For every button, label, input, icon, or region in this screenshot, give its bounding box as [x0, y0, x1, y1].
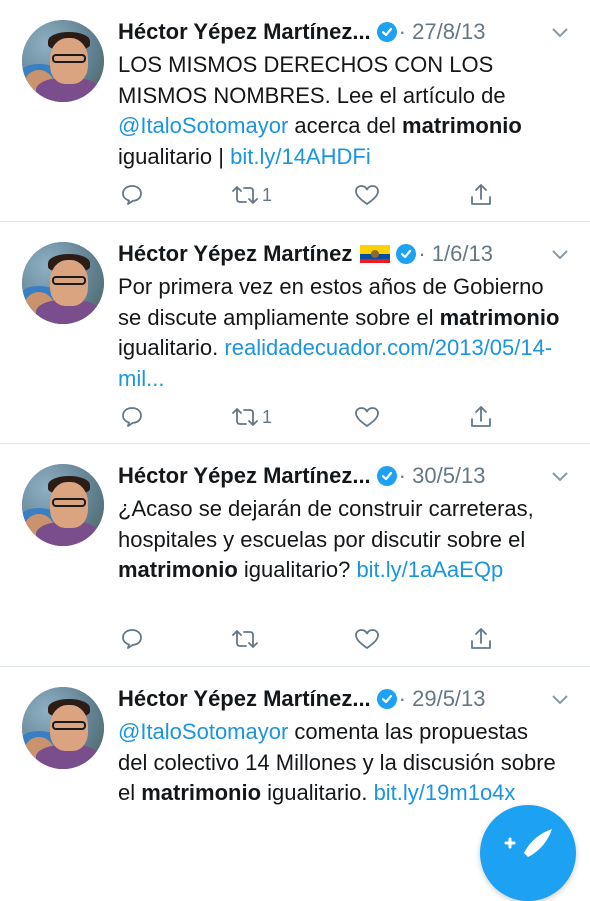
tweet-text-segment: igualitario. [261, 780, 374, 805]
tweet-actions: 1 [118, 402, 518, 432]
retweet-button[interactable]: 1 [230, 402, 272, 432]
verified-badge-icon [376, 22, 397, 42]
highlighted-keyword: matrimonio [439, 304, 560, 330]
ecuador-flag-icon [360, 245, 391, 263]
tweet-date[interactable]: · 30/5/13 [399, 463, 486, 488]
retweet-button[interactable] [230, 624, 262, 654]
tweet-link[interactable]: bit.ly/14AHDFi [230, 144, 371, 169]
heart-icon [355, 185, 379, 205]
reply-button[interactable] [120, 402, 144, 432]
reply-icon [122, 185, 142, 205]
tweet-actions [118, 624, 518, 654]
tweet-link[interactable]: @ItaloSotomayor [118, 113, 288, 138]
share-button[interactable] [468, 624, 494, 654]
chevron-down-icon[interactable] [550, 236, 570, 272]
tweet[interactable]: Héctor Yépez Martínez... · 30/5/13 ¿Acaso… [0, 444, 590, 667]
tweet-text: LOS MISMOS DERECHOS CON LOS MISMOS NOMBR… [118, 50, 562, 172]
avatar[interactable] [22, 20, 104, 102]
tweet-actions: 1 [118, 180, 518, 210]
like-button[interactable] [354, 402, 380, 432]
share-icon [471, 628, 491, 649]
tweet-text: @ItaloSotomayor comenta las propuestas d… [118, 717, 562, 809]
tweet-link[interactable]: @ItaloSotomayor [118, 719, 288, 744]
tweet-text-segment: LOS MISMOS DERECHOS CON LOS MISMOS NOMBR… [118, 52, 506, 108]
share-icon [471, 184, 491, 205]
tweet-text-segment: igualitario | [118, 143, 231, 169]
reply-button[interactable] [120, 180, 144, 210]
share-icon [471, 406, 491, 427]
compose-tweet-icon [504, 829, 552, 857]
retweet-count: 1 [262, 406, 273, 427]
tweet-date[interactable]: · 27/8/13 [399, 19, 486, 44]
reply-button[interactable] [120, 624, 144, 654]
verified-badge-icon [376, 689, 397, 709]
tweet-date[interactable]: · 29/5/13 [399, 686, 486, 711]
tweet-text-segment: igualitario. [118, 335, 225, 360]
author-name[interactable]: Héctor Yépez Martínez... [118, 19, 371, 44]
author-name[interactable]: Héctor Yépez Martínez... [118, 463, 371, 488]
highlighted-keyword: matrimonio [402, 113, 522, 138]
highlighted-keyword: matrimonio [141, 780, 262, 805]
tweet-text-segment: igualitario? [237, 557, 357, 582]
tweet-text-segment: acerca del [288, 113, 403, 138]
retweet-count: 1 [262, 184, 273, 205]
verified-badge-icon [396, 244, 417, 264]
tweet-text: Por primera vez en estos años de Gobiern… [118, 272, 562, 394]
reply-icon [122, 629, 142, 649]
retweet-icon [232, 408, 258, 426]
tweet-text: ¿Acaso se dejarán de construir carretera… [118, 494, 562, 586]
tweet-header: Héctor Yépez Martínez · 1/6/13 [118, 236, 570, 272]
tweet-text-segment: ¿Acaso se dejarán de construir carretera… [118, 496, 534, 552]
verified-badge-icon [376, 466, 397, 486]
avatar[interactable] [22, 242, 104, 324]
tweet-header: Héctor Yépez Martínez... · 27/8/13 [118, 14, 570, 50]
compose-tweet-button[interactable] [480, 805, 576, 901]
chevron-down-icon[interactable] [550, 14, 570, 50]
like-button[interactable] [354, 624, 380, 654]
heart-icon [355, 407, 379, 427]
retweet-icon [232, 186, 258, 204]
highlighted-keyword: matrimonio [118, 557, 238, 582]
tweet[interactable]: Héctor Yépez Martínez · 1/6/13 Por primer… [0, 222, 590, 444]
share-button[interactable] [468, 180, 494, 210]
tweet-link[interactable]: bit.ly/1aAaEQp [356, 557, 503, 582]
reply-icon [122, 407, 142, 427]
tweet-link[interactable]: bit.ly/19m1o4x [374, 780, 516, 805]
tweet[interactable]: Héctor Yépez Martínez... · 27/8/13 LOS MI… [0, 0, 590, 222]
like-button[interactable] [354, 180, 380, 210]
avatar[interactable] [22, 464, 104, 546]
author-name[interactable]: Héctor Yépez Martínez... [118, 686, 371, 711]
tweet-date[interactable]: · 1/6/13 [418, 241, 493, 266]
tweet-header: Héctor Yépez Martínez... · 30/5/13 [118, 458, 570, 494]
chevron-down-icon[interactable] [550, 681, 570, 717]
author-name[interactable]: Héctor Yépez Martínez [118, 241, 352, 266]
chevron-down-icon[interactable] [550, 458, 570, 494]
retweet-button[interactable]: 1 [230, 180, 272, 210]
share-button[interactable] [468, 402, 494, 432]
retweet-icon [232, 630, 258, 648]
tweet-header: Héctor Yépez Martínez... · 29/5/13 [118, 681, 570, 717]
avatar[interactable] [22, 687, 104, 769]
heart-icon [355, 629, 379, 649]
